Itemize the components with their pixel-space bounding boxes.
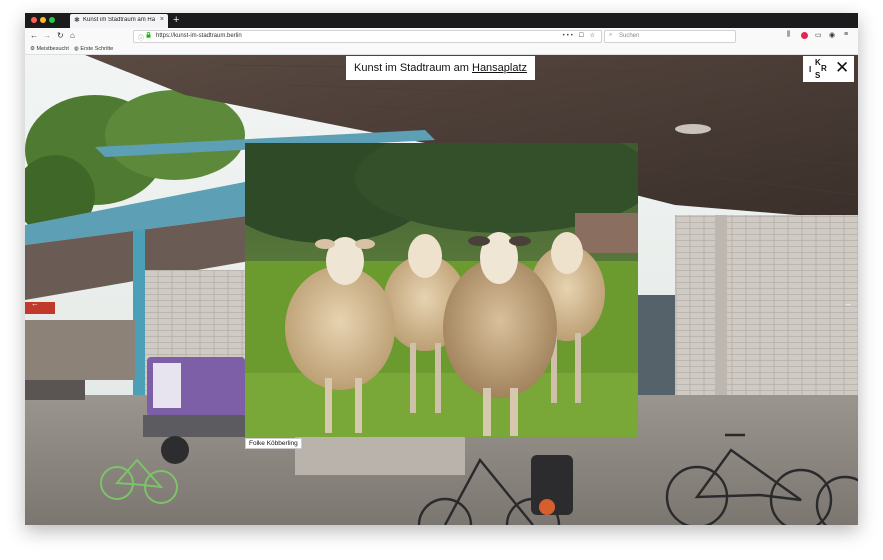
- search-bar[interactable]: ⌕ Suchen: [604, 30, 736, 43]
- url-actions[interactable]: ••• ☐ ☆: [563, 32, 597, 39]
- bookmarks-toolbar: ⚙ Meistbesucht ◍ Erste Schritte: [25, 44, 858, 55]
- bookmark-label: Erste Schritte: [80, 46, 114, 52]
- bookmark-getting-started[interactable]: ◍ Erste Schritte: [74, 46, 113, 52]
- url-text: https://kunst-im-stadtraum.berlin: [156, 33, 242, 39]
- browser-window: ✱ Kunst im Stadtraum am Hans… × + ← → ↻ …: [25, 13, 858, 525]
- account-icon[interactable]: ◉: [829, 31, 835, 39]
- home-icon[interactable]: ⌂: [70, 30, 75, 42]
- logo-letter: R: [821, 64, 827, 73]
- prev-arrow-icon[interactable]: ←: [31, 299, 39, 308]
- page-title-text: Kunst im Stadtraum am: [354, 62, 472, 74]
- artwork-image-sheep[interactable]: [245, 143, 638, 437]
- new-tab-button[interactable]: +: [173, 13, 179, 27]
- close-icon[interactable]: ✕: [835, 59, 849, 77]
- photo-credit: Folke Köbberling: [245, 438, 302, 449]
- next-arrow-icon[interactable]: →: [844, 299, 852, 308]
- reload-icon[interactable]: ↻: [57, 30, 64, 42]
- menu-icon[interactable]: ≡: [844, 31, 848, 38]
- library-icon[interactable]: ⫼: [787, 31, 790, 39]
- tab-favicon-icon: ✱: [74, 17, 80, 24]
- logo-letter: K: [815, 58, 821, 67]
- tab-title: Kunst im Stadtraum am Hans…: [83, 17, 155, 23]
- url-bar[interactable]: ⓘ https://kunst-im-stadtraum.berlin ••• …: [133, 30, 602, 43]
- lock-icon: [146, 32, 151, 38]
- forward-icon[interactable]: →: [43, 30, 51, 42]
- info-icon[interactable]: ⓘ: [138, 33, 144, 42]
- hansaplatz-link[interactable]: Hansaplatz: [472, 62, 527, 74]
- page-viewport: ← → Kunst im Stadtraum am Hansaplatz I K…: [25, 55, 858, 525]
- tab-strip: ✱ Kunst im Stadtraum am Hans… × +: [25, 13, 858, 28]
- bookmark-most-visited[interactable]: ⚙ Meistbesucht: [30, 46, 69, 52]
- tab-active[interactable]: ✱ Kunst im Stadtraum am Hans… ×: [70, 14, 168, 28]
- close-window-button[interactable]: [31, 17, 37, 23]
- tab-close-icon[interactable]: ×: [160, 16, 164, 23]
- page-title: Kunst im Stadtraum am Hansaplatz: [346, 56, 536, 80]
- search-placeholder: Suchen: [619, 33, 640, 39]
- nav-toolbar: ← → ↻ ⌂ ⓘ https://kunst-im-stadtraum.ber…: [25, 28, 858, 44]
- bookmark-label: Meistbesucht: [36, 46, 69, 52]
- maximize-window-button[interactable]: [49, 17, 55, 23]
- logo-letter: I: [809, 65, 812, 74]
- search-icon: ⌕: [609, 32, 613, 38]
- logo-close-box: I K S R ✕: [803, 56, 854, 82]
- sidebar-icon[interactable]: ▭: [815, 31, 822, 39]
- back-icon[interactable]: ←: [30, 30, 38, 42]
- logo-letter: S: [815, 71, 821, 80]
- minimize-window-button[interactable]: [40, 17, 46, 23]
- adblock-icon[interactable]: [801, 32, 808, 39]
